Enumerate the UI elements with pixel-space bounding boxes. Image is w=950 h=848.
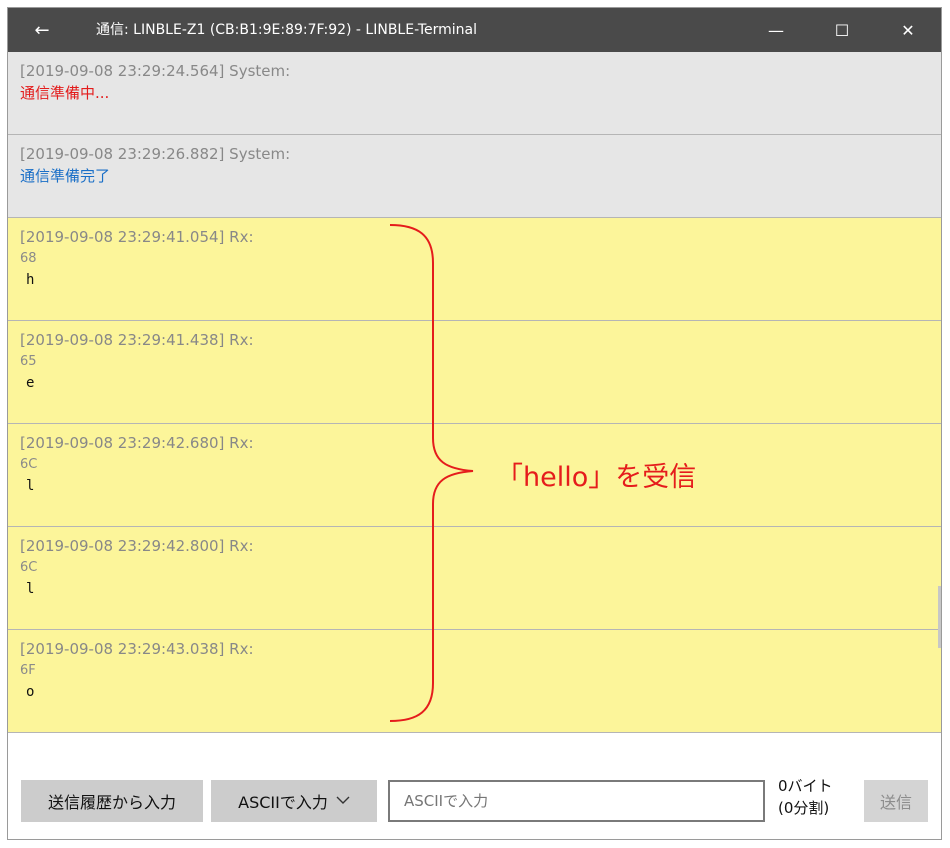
- close-button[interactable]: ✕: [885, 8, 931, 52]
- send-text-input[interactable]: ASCIIで入力: [388, 780, 765, 822]
- rx-hex-value: 6C: [20, 560, 38, 575]
- split-count: (0分割): [778, 799, 830, 817]
- rx-char-value: e: [26, 375, 35, 391]
- rx-char-value: l: [26, 581, 35, 597]
- log-entry-system: [2019-09-08 23:29:26.882] System: 通信準備完了: [8, 135, 941, 218]
- minimize-button[interactable]: —: [753, 8, 799, 52]
- rx-hex-value: 65: [20, 354, 37, 369]
- byte-count: 0バイト: [778, 777, 833, 795]
- log-entry-header: [2019-09-08 23:29:24.564] System:: [20, 62, 291, 80]
- title-bar: ← 通信: LINBLE-Z1 (CB:B1:9E:89:7F:92) - LI…: [8, 8, 941, 52]
- annotation-label: 「hello」を受信: [496, 462, 697, 493]
- log-entry-header: [2019-09-08 23:29:42.800] Rx:: [20, 537, 254, 555]
- rx-char-value: h: [26, 272, 35, 288]
- input-toolbar: 送信履歴から入力 ASCIIで入力 ASCIIで入力 0バイト (0分割) 送信: [8, 771, 941, 831]
- history-input-label: 送信履歴から入力: [47, 793, 176, 812]
- status-text-ready: 通信準備完了: [20, 167, 111, 185]
- log-entry-header: [2019-09-08 23:29:26.882] System:: [20, 145, 291, 163]
- maximize-button[interactable]: ☐: [819, 8, 865, 52]
- log-entry-header: [2019-09-08 23:29:42.680] Rx:: [20, 434, 254, 452]
- input-mode-dropdown[interactable]: ASCIIで入力: [211, 780, 377, 822]
- log-entry-header: [2019-09-08 23:29:43.038] Rx:: [20, 640, 254, 658]
- rx-hex-value: 6C: [20, 457, 38, 472]
- log-entry-system: [2019-09-08 23:29:24.564] System: 通信準備中.…: [8, 52, 941, 135]
- send-button[interactable]: 送信: [864, 780, 928, 822]
- rx-hex-value: 68: [20, 251, 37, 266]
- log-entry-header: [2019-09-08 23:29:41.438] Rx:: [20, 331, 254, 349]
- send-button-label: 送信: [879, 793, 912, 812]
- log-entry-header: [2019-09-08 23:29:41.054] Rx:: [20, 228, 254, 246]
- rx-char-value: l: [26, 478, 35, 494]
- back-arrow-icon[interactable]: ←: [20, 8, 64, 52]
- status-text-preparing: 通信準備中...: [20, 84, 110, 102]
- app-window: ← 通信: LINBLE-Z1 (CB:B1:9E:89:7F:92) - LI…: [7, 7, 942, 840]
- scrollbar[interactable]: [938, 586, 941, 648]
- brace-annotation: [389, 224, 474, 722]
- window-title: 通信: LINBLE-Z1 (CB:B1:9E:89:7F:92) - LINB…: [96, 22, 478, 38]
- rx-hex-value: 6F: [20, 663, 36, 678]
- chevron-down-icon: [336, 794, 350, 808]
- input-mode-label: ASCIIで入力: [238, 793, 328, 812]
- history-input-button[interactable]: 送信履歴から入力: [21, 780, 203, 822]
- rx-char-value: o: [26, 684, 35, 700]
- byte-counter: 0バイト (0分割): [778, 775, 858, 819]
